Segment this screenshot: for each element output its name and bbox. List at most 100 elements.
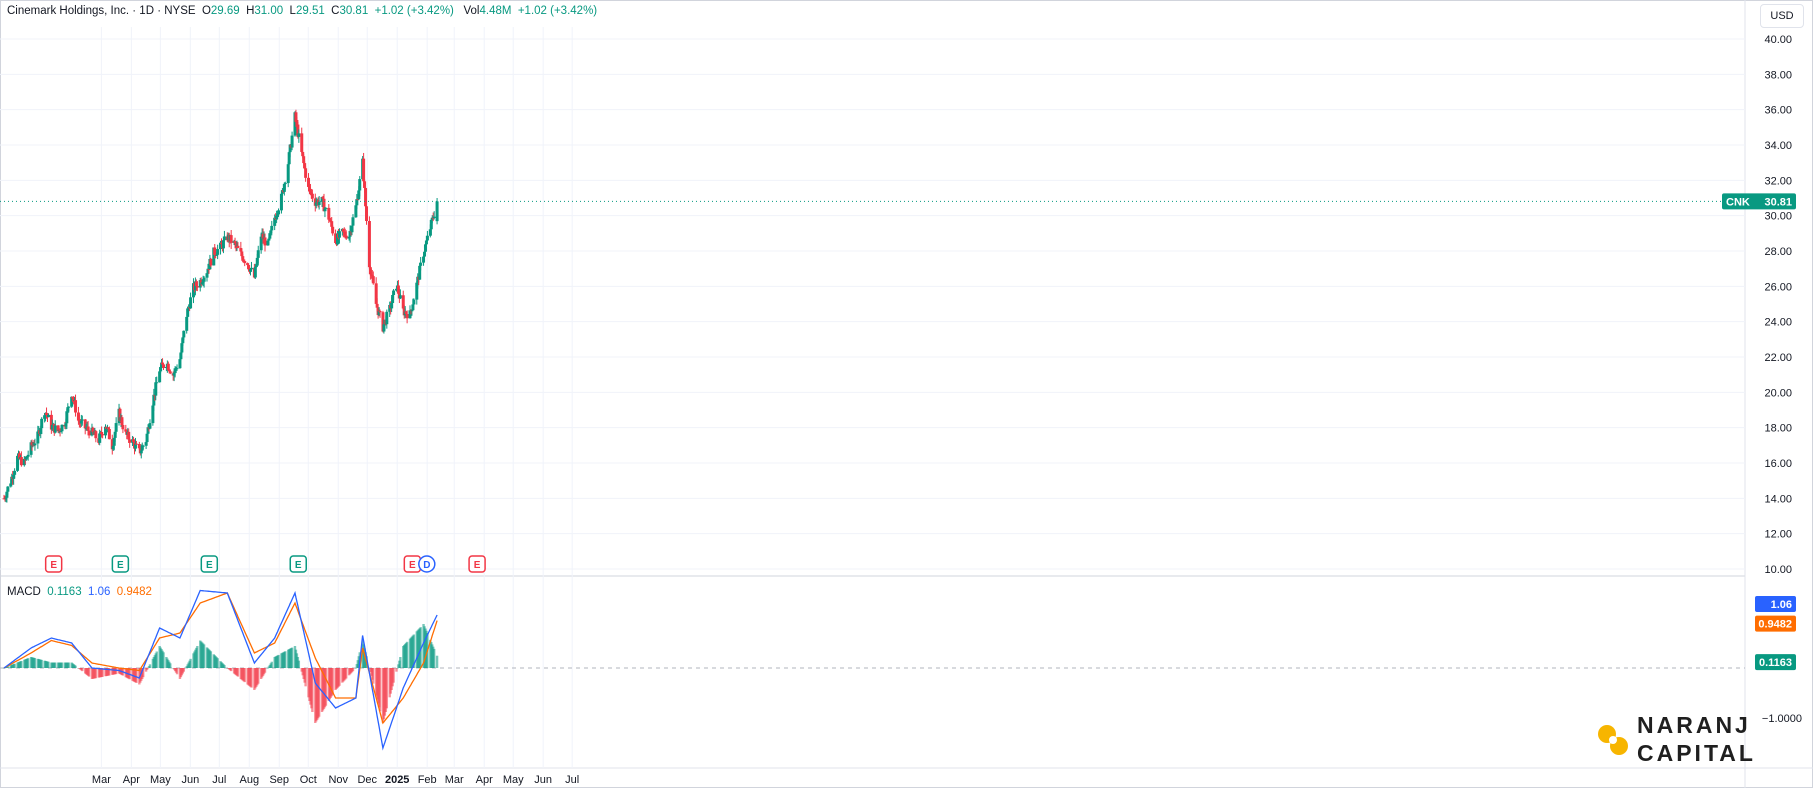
candle-body — [222, 236, 226, 241]
candle-body — [392, 290, 396, 295]
candle-body — [425, 235, 429, 241]
low-value: 29.51 — [295, 5, 325, 17]
price-tick-label: 38.00 — [1764, 69, 1792, 81]
price-tick-label: 18.00 — [1764, 423, 1792, 435]
macd-histogram-bar — [372, 668, 375, 684]
last-price-value: 30.81 — [1764, 196, 1792, 208]
candle-body — [279, 193, 283, 211]
macd-hist-tag-value: 0.1163 — [1759, 657, 1792, 669]
candle-body — [13, 470, 17, 475]
event-marker-icon: E — [468, 555, 486, 573]
macd-histogram-bar — [236, 668, 240, 677]
event-marker-label: E — [474, 560, 481, 571]
candle-body — [304, 168, 308, 178]
candle-body — [344, 235, 348, 239]
volume-label: Vol — [463, 5, 480, 17]
macd-histogram-bar — [54, 662, 57, 668]
candle-body — [378, 310, 382, 313]
candle-body — [324, 207, 328, 209]
candle-body — [189, 297, 193, 309]
price-tick-label: 32.00 — [1764, 175, 1792, 187]
macd-histogram-bar — [324, 668, 328, 706]
change-value: +1.02 (+3.42%) — [374, 5, 454, 17]
candle-body — [26, 454, 30, 457]
macd-label[interactable]: MACD — [7, 586, 41, 598]
event-marker-label: D — [423, 560, 430, 571]
macd-histogram-bar — [26, 658, 30, 668]
time-tick-label: Jul — [565, 774, 579, 786]
candle-body — [19, 457, 23, 466]
macd-axis-tick: −1.0000 — [1762, 713, 1802, 725]
candle-body — [148, 423, 152, 429]
candle-body — [137, 443, 141, 449]
price-tick-label: 14.00 — [1764, 493, 1792, 505]
time-tick-label: Apr — [476, 774, 493, 786]
candle-body — [337, 231, 341, 238]
candle-body — [205, 273, 209, 278]
macd-histogram-bar — [277, 654, 280, 668]
price-tick-label: 20.00 — [1764, 387, 1792, 399]
macd-histogram-bar — [114, 668, 118, 675]
candle-body — [412, 299, 416, 305]
candle-body — [307, 177, 311, 187]
candle-body — [162, 364, 166, 369]
macd-line-tag-value: 1.06 — [1771, 599, 1792, 611]
macd-histogram-bar — [284, 651, 287, 668]
time-tick-label: May — [150, 774, 171, 786]
brand-logo: NARANJ CAPITAL — [1595, 712, 1765, 770]
time-tick-label: Jul — [212, 774, 226, 786]
macd-histogram-bar — [209, 651, 213, 668]
macd-histogram-bar — [395, 668, 398, 672]
macd-histogram-bar — [263, 668, 267, 673]
macd-histogram-bar — [94, 668, 98, 679]
candle-body — [185, 316, 189, 331]
candle-body — [216, 249, 220, 255]
volume-value: 4.48M — [479, 5, 512, 17]
candle-body — [243, 261, 247, 264]
price-tick-label: 30.00 — [1764, 211, 1792, 223]
event-marker-label: E — [409, 560, 416, 571]
time-tick-label: Jun — [181, 774, 199, 786]
macd-histogram-bar — [405, 641, 409, 668]
macd-histogram-bar — [182, 668, 186, 672]
logo-line-2: CAPITAL — [1637, 740, 1756, 766]
time-tick-label: May — [503, 774, 524, 786]
macd-histogram-bar — [385, 668, 389, 709]
event-marker-icon: E — [200, 555, 219, 573]
price-tick-label: 22.00 — [1764, 352, 1792, 364]
macd-histogram-bar — [345, 668, 348, 679]
macd-histogram-bar — [47, 661, 50, 668]
high-value: 31.00 — [254, 5, 284, 17]
candle-body — [94, 431, 98, 439]
time-tick-label: Dec — [357, 774, 377, 786]
candle-body — [101, 434, 105, 436]
candle-body — [202, 277, 206, 282]
currency-button[interactable]: USD — [1760, 4, 1804, 28]
macd-histogram-bar — [304, 668, 307, 687]
macd-histogram-bar — [392, 668, 395, 683]
symbol-name[interactable]: Cinemark Holdings, Inc. · 1D · NYSE — [7, 5, 196, 17]
candle-body — [398, 295, 402, 299]
time-tick-label: Aug — [240, 774, 260, 786]
candle-body — [385, 311, 389, 325]
candle-body — [154, 382, 158, 396]
candle-body — [331, 226, 335, 234]
macd-histogram-bar — [378, 668, 382, 712]
last-price-symbol: CNK — [1726, 196, 1750, 208]
macd-histogram-bar — [155, 651, 158, 668]
macd-histogram-bar — [60, 662, 64, 668]
candle-body — [270, 225, 274, 231]
macd-histogram-bar — [243, 668, 246, 683]
macd-histogram-bar — [250, 668, 253, 688]
time-tick-label: Mar — [445, 774, 464, 786]
event-marker-icon: D — [418, 555, 436, 573]
candle-body — [155, 382, 159, 384]
candle-body — [53, 425, 57, 433]
chart-canvas[interactable]: 40.00 38.00 36.00 34.00 32.00 30.00 28.00 26.00… — [0, 0, 1813, 788]
macd-histogram-bar — [229, 668, 233, 672]
event-marker-icon: E — [111, 555, 130, 573]
candle-body — [168, 371, 172, 374]
macd-histogram-bar — [223, 665, 226, 668]
candle-body — [286, 164, 290, 184]
macd-histogram-bar — [257, 668, 260, 684]
